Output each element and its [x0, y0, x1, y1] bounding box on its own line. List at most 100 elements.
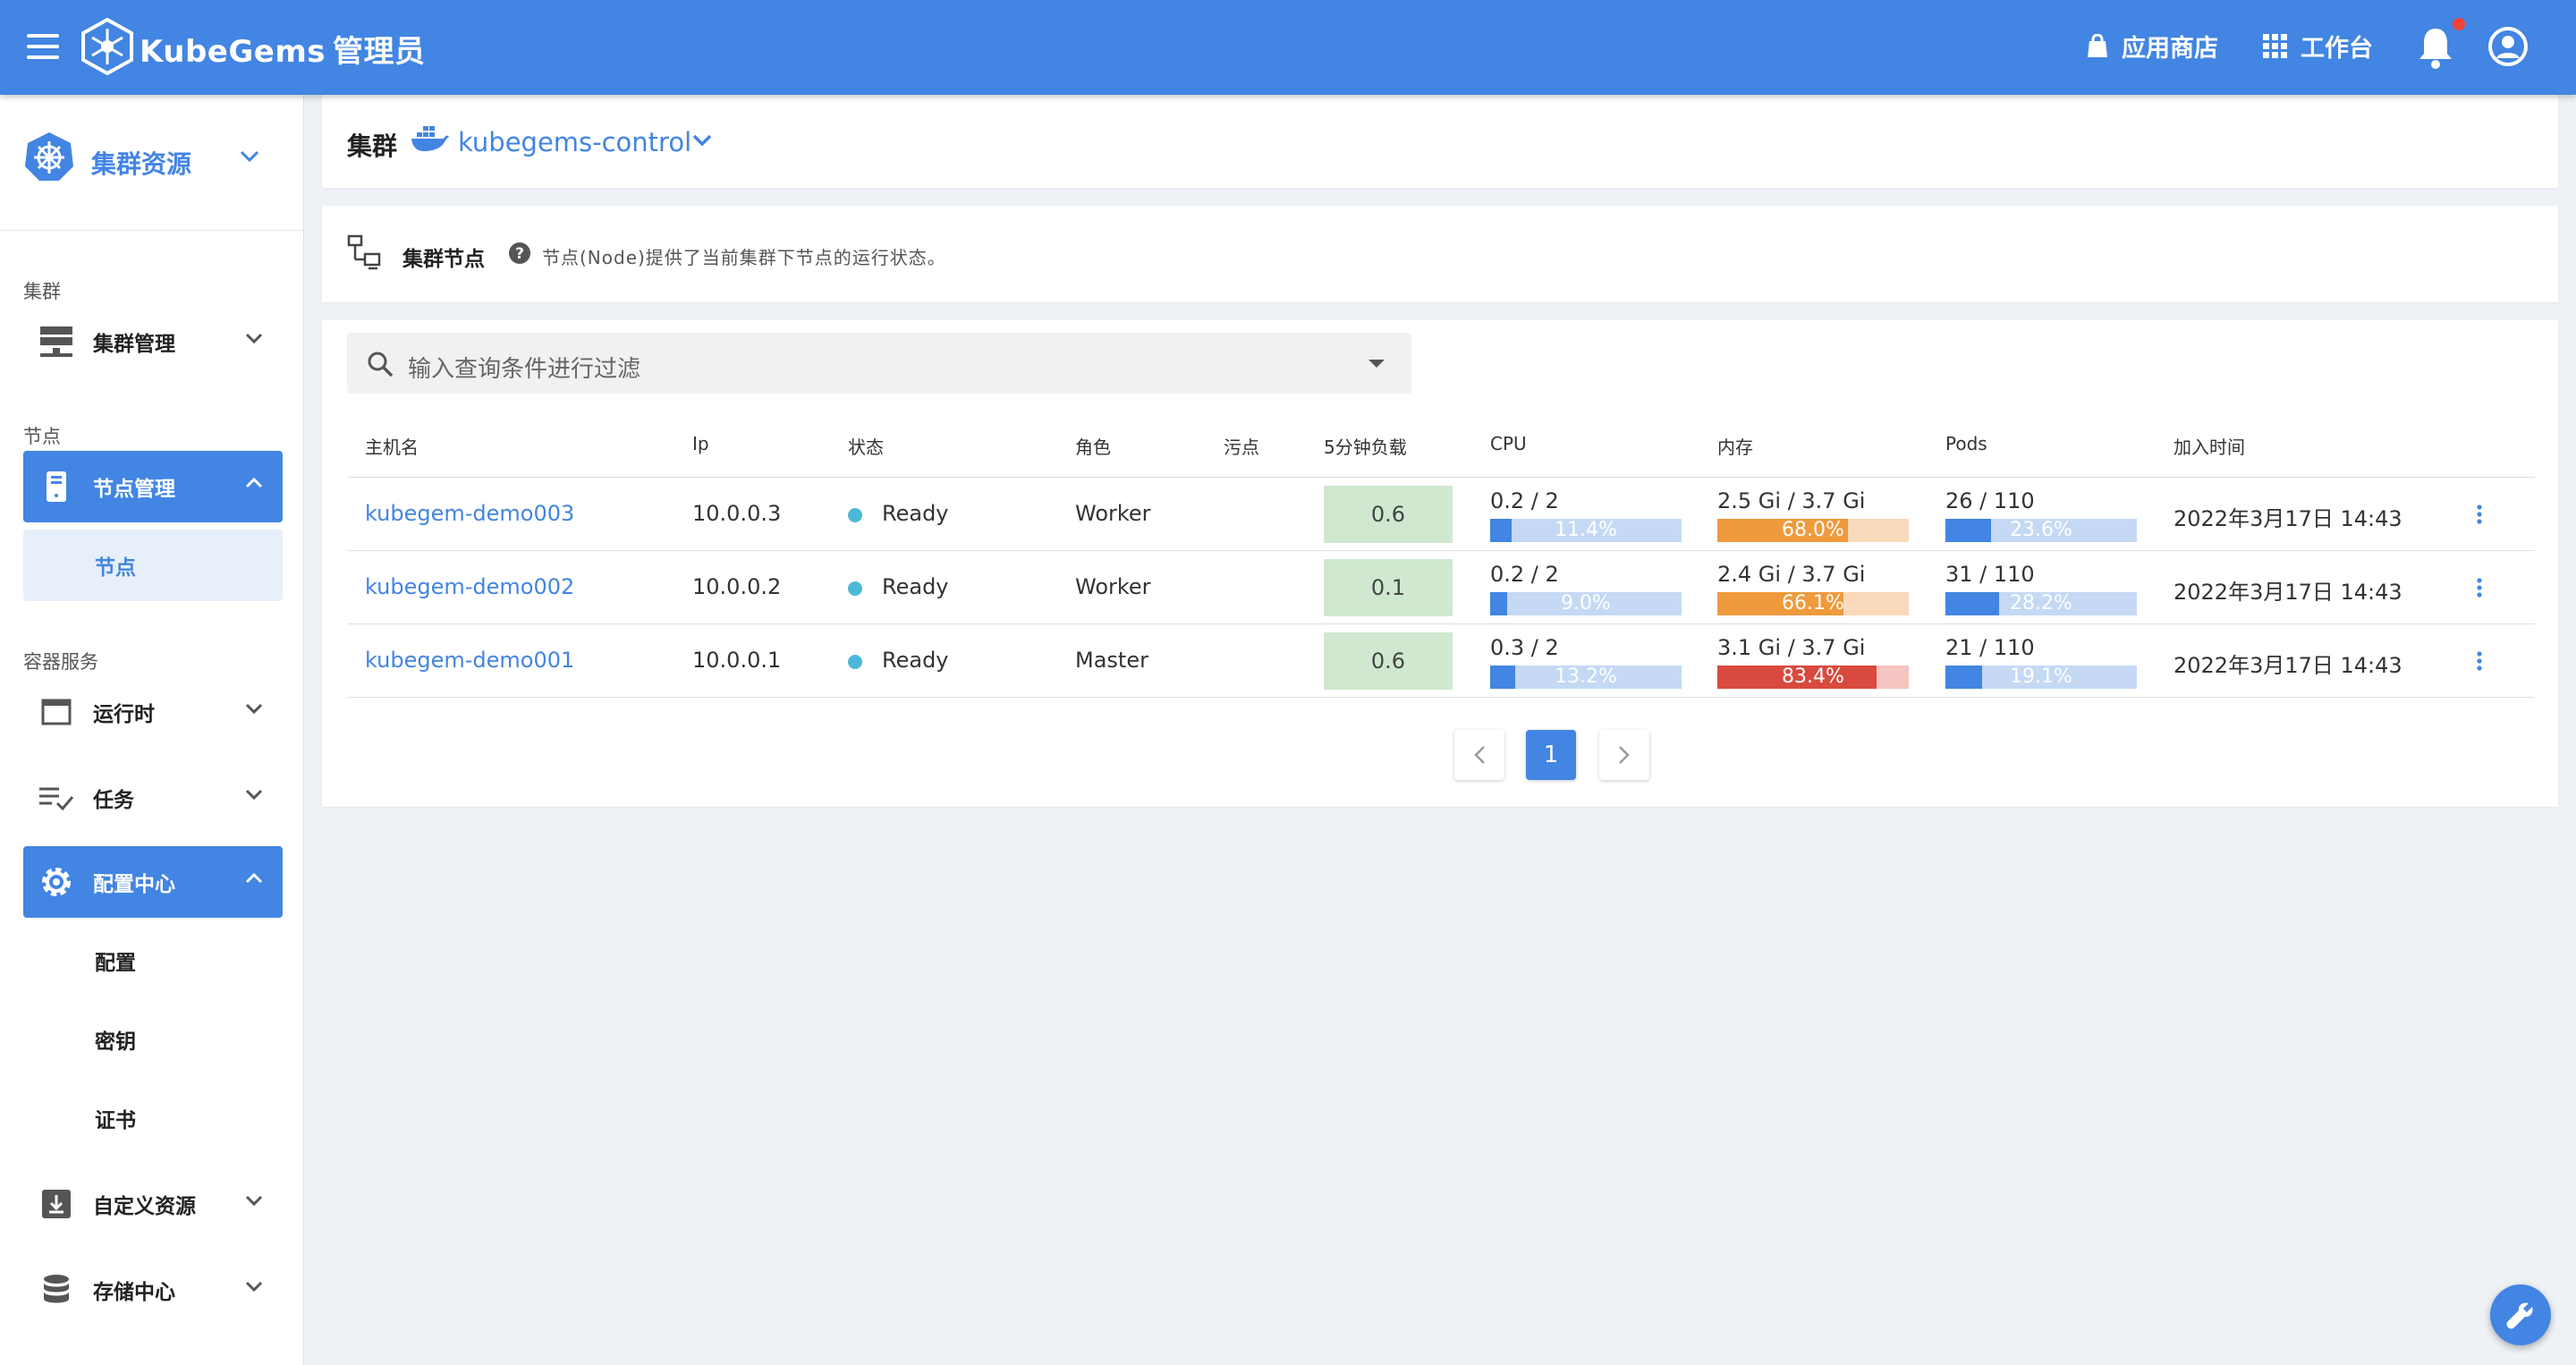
- host-link[interactable]: kubegem-demo003: [365, 501, 574, 526]
- prev-page-button[interactable]: [1454, 730, 1504, 780]
- database-icon: [44, 1275, 69, 1303]
- cpu-usage-percent: 13.2%: [1555, 666, 1617, 688]
- column-header-joined[interactable]: 加入时间: [2174, 433, 2245, 459]
- chevron-left-icon: [1474, 746, 1485, 764]
- column-header-cpu[interactable]: CPU: [1490, 433, 1527, 454]
- next-page-button[interactable]: [1599, 730, 1649, 780]
- joined-time-cell: 2022年3月17日 14:43: [2174, 580, 2402, 605]
- kubernetes-icon: [25, 132, 73, 181]
- more-vert-icon[interactable]: [2476, 503, 2483, 526]
- grid-icon: [2263, 33, 2287, 58]
- brand-title[interactable]: KubeGems 管理员: [140, 27, 425, 71]
- filter-search-input[interactable]: 输入查询条件进行过滤: [347, 333, 1411, 394]
- workbench-button[interactable]: 工作台: [2263, 29, 2373, 64]
- cpu-usage-percent: 9.0%: [1561, 592, 1611, 615]
- pods-usage-bar: 19.1%: [1945, 666, 2137, 689]
- help-circle-icon[interactable]: ?: [508, 242, 531, 265]
- column-header-pods[interactable]: Pods: [1945, 433, 1987, 454]
- status-cell: Ready: [882, 574, 949, 599]
- sidebar-item-jobs[interactable]: 任务: [23, 762, 283, 834]
- account-circle-icon[interactable]: [2487, 25, 2529, 68]
- menu-icon[interactable]: [27, 34, 59, 61]
- sidebar-subitem-secret[interactable]: 密钥: [23, 1004, 283, 1075]
- sidebar-item-node-mgmt[interactable]: 节点管理: [23, 451, 283, 522]
- host-link[interactable]: kubegem-demo001: [365, 648, 574, 673]
- ip-cell: 10.0.0.2: [692, 574, 782, 599]
- column-header-host[interactable]: 主机名: [365, 433, 419, 459]
- chevron-down-icon: [245, 703, 263, 714]
- sidebar-item-crd[interactable]: 自定义资源: [23, 1168, 283, 1240]
- bell-icon[interactable]: [2415, 25, 2456, 70]
- mem-usage-percent: 68.0%: [1782, 519, 1844, 541]
- table-row[interactable]: kubegem-demo003 10.0.0.3 Ready Worker 0.…: [347, 478, 2535, 551]
- notification-badge: [2453, 18, 2465, 30]
- column-header-status[interactable]: 状态: [848, 433, 884, 459]
- mem-usage-text: 2.4 Gi / 3.7 Gi: [1717, 562, 1866, 587]
- sidebar-subitem-node[interactable]: 节点: [23, 530, 283, 601]
- ready-status-dot: [848, 655, 862, 669]
- app-bar: KubeGems 管理员 应用商店 工作台: [0, 0, 2576, 95]
- page-number-button[interactable]: 1: [1526, 730, 1576, 780]
- sidebar-item-label: 配置中心: [93, 873, 175, 896]
- kubegems-logo-icon[interactable]: [80, 18, 134, 75]
- mem-usage-bar: 83.4%: [1717, 666, 1909, 689]
- mem-usage-bar: 66.1%: [1717, 592, 1909, 615]
- playlist-check-icon: [39, 787, 73, 810]
- status-cell: Ready: [882, 501, 949, 526]
- role-cell: Worker: [1075, 574, 1151, 599]
- sidebar-subitem-cert[interactable]: 证书: [23, 1082, 283, 1154]
- chevron-down-icon[interactable]: [240, 150, 259, 163]
- chevron-down-icon: [245, 333, 263, 343]
- sidebar-item-config-center[interactable]: 配置中心: [23, 846, 283, 918]
- chevron-right-icon: [1619, 746, 1630, 764]
- more-vert-icon[interactable]: [2476, 649, 2483, 673]
- node-topology-icon: [347, 234, 381, 270]
- column-header-ip[interactable]: Ip: [692, 433, 709, 454]
- phone-device-icon: [47, 471, 66, 502]
- cpu-usage-bar: 11.4%: [1490, 519, 1682, 542]
- download-box-icon: [42, 1190, 71, 1218]
- sidebar-header[interactable]: 集群资源: [0, 95, 303, 231]
- sidebar-item-storage[interactable]: 存储中心: [23, 1254, 283, 1326]
- pods-usage-text: 31 / 110: [1945, 562, 2035, 587]
- more-vert-icon[interactable]: [2476, 576, 2483, 599]
- brand-name: KubeGems: [140, 34, 326, 70]
- shopping-bag-icon: [2088, 33, 2107, 57]
- settings-fab-button[interactable]: [2490, 1284, 2551, 1345]
- table-row[interactable]: kubegem-demo001 10.0.0.1 Ready Master 0.…: [347, 624, 2535, 698]
- ready-status-dot: [848, 581, 862, 596]
- sidebar-item-runtime[interactable]: 运行时: [23, 676, 283, 748]
- sidebar-item-label: 节点管理: [93, 478, 175, 501]
- mem-usage-text: 2.5 Gi / 3.7 Gi: [1717, 488, 1866, 513]
- column-header-taint[interactable]: 污点: [1224, 433, 1259, 459]
- load-cell: 0.6: [1324, 486, 1453, 543]
- sidebar-item-cluster-mgmt[interactable]: 集群管理: [23, 306, 283, 377]
- docker-icon: [411, 126, 449, 151]
- chevron-down-icon: [245, 1281, 263, 1292]
- cluster-name-dropdown[interactable]: kubegems-control: [458, 127, 691, 157]
- brand-role: 管理员: [332, 34, 426, 70]
- sidebar-item-label: 自定义资源: [93, 1195, 196, 1218]
- dropdown-caret-icon[interactable]: [1368, 360, 1385, 368]
- ready-status-dot: [848, 508, 862, 522]
- role-cell: Master: [1075, 648, 1148, 673]
- chevron-down-icon[interactable]: [692, 134, 712, 147]
- column-header-load[interactable]: 5分钟负载: [1324, 433, 1407, 459]
- page-header: 集群节点 ? 节点(Node)提供了当前集群下节点的运行状态。: [322, 206, 2558, 302]
- pods-usage-bar: 23.6%: [1945, 519, 2137, 542]
- section-cluster-label: 集群: [23, 281, 61, 302]
- mem-usage-percent: 66.1%: [1782, 592, 1844, 615]
- ip-cell: 10.0.0.3: [692, 501, 782, 526]
- sidebar-item-label: 存储中心: [93, 1281, 175, 1304]
- column-header-memory[interactable]: 内存: [1717, 433, 1753, 459]
- table-row[interactable]: kubegem-demo002 10.0.0.2 Ready Worker 0.…: [347, 551, 2535, 624]
- app-store-button[interactable]: 应用商店: [2086, 29, 2218, 64]
- wrench-icon: [2506, 1302, 2533, 1329]
- pods-usage-text: 26 / 110: [1945, 488, 2035, 513]
- column-header-role[interactable]: 角色: [1075, 433, 1111, 459]
- page-description: 节点(Node)提供了当前集群下节点的运行状态。: [542, 247, 946, 268]
- host-link[interactable]: kubegem-demo002: [365, 574, 574, 599]
- chevron-down-icon: [245, 789, 263, 800]
- sidebar: 集群资源 集群 集群管理 节点 节点管理 节点 容器服务 运行时 任务 配置中心…: [0, 95, 304, 1365]
- sidebar-subitem-config[interactable]: 配置: [23, 925, 283, 996]
